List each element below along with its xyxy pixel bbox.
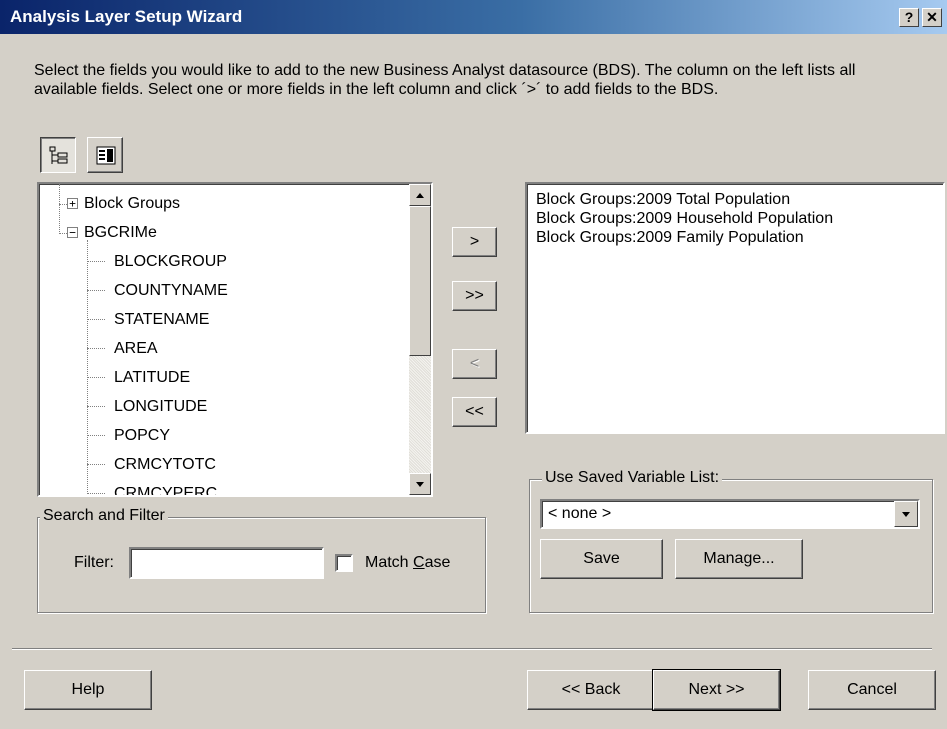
footer-separator: [12, 648, 932, 650]
tree-guide: [87, 319, 105, 320]
tree-field-label: LONGITUDE: [114, 398, 208, 415]
tree-node-label: BGCRIMe: [84, 224, 157, 241]
tree-guide: [59, 233, 67, 234]
tree-guide: [87, 377, 105, 378]
instructions-text: Select the fields you would like to add …: [34, 62, 856, 98]
saved-variable-select[interactable]: < none >: [540, 499, 920, 529]
remove-all-fields-button[interactable]: <<: [452, 397, 497, 427]
tree-guide: [87, 348, 105, 349]
title-bar: Analysis Layer Setup Wizard ? ✕: [0, 0, 947, 34]
saved-variable-value: < none >: [548, 505, 612, 522]
tree-field-label: COUNTYNAME: [114, 282, 228, 299]
tree-guide: [87, 464, 105, 465]
tree-guide: [87, 240, 88, 495]
match-case-label: Match Case: [365, 554, 451, 571]
list-view-icon: [96, 146, 116, 165]
scroll-up-button[interactable]: [409, 184, 431, 206]
remove-field-button[interactable]: <: [452, 349, 497, 379]
help-icon[interactable]: ?: [899, 8, 919, 27]
scroll-thumb[interactable]: [409, 206, 431, 356]
tree-guide: [59, 184, 60, 234]
manage-button[interactable]: Manage...: [675, 539, 803, 579]
add-field-button[interactable]: >: [452, 227, 497, 257]
tree-guide: [87, 493, 105, 494]
selected-fields-list[interactable]: Block Groups:2009 Total Population Block…: [525, 182, 945, 434]
saved-variable-label: Use Saved Variable List:: [542, 469, 723, 487]
tree-field-label: BLOCKGROUP: [114, 253, 227, 270]
tree-guide: [87, 261, 105, 262]
close-icon[interactable]: ✕: [922, 8, 942, 27]
expand-icon[interactable]: +: [67, 198, 78, 209]
filter-label: Filter:: [74, 554, 114, 571]
tree-guide: [87, 290, 105, 291]
tree-field-label: CRMCYPERC: [114, 485, 218, 497]
tree-guide: [59, 204, 67, 205]
arrow-down-icon: [416, 482, 424, 487]
back-button[interactable]: << Back: [527, 670, 655, 710]
field-tree[interactable]: + Block Groups − BGCRIMe BLOCKGROUP COUNT…: [37, 182, 433, 497]
tree-view-button[interactable]: [40, 137, 76, 173]
next-button[interactable]: Next >>: [652, 669, 781, 711]
chevron-down-icon: [902, 512, 910, 517]
scroll-down-button[interactable]: [409, 473, 431, 495]
list-view-button[interactable]: [87, 137, 123, 173]
arrow-up-icon: [416, 193, 424, 198]
list-item[interactable]: Block Groups:2009 Household Population: [536, 209, 943, 228]
tree-field-label: LATITUDE: [114, 369, 191, 386]
search-filter-label: Search and Filter: [40, 507, 168, 525]
collapse-icon[interactable]: −: [67, 227, 78, 238]
tree-guide: [87, 406, 105, 407]
tree-guide: [87, 435, 105, 436]
window-title: Analysis Layer Setup Wizard: [10, 7, 243, 26]
vertical-scrollbar[interactable]: [409, 184, 431, 495]
tree-field-label: POPCY: [114, 427, 171, 444]
cancel-button[interactable]: Cancel: [808, 670, 936, 710]
filter-input[interactable]: [129, 547, 324, 579]
tree-node-label: Block Groups: [84, 195, 181, 212]
tree-field-label: AREA: [114, 340, 158, 357]
tree-field-label: CRMCYTOTC: [114, 456, 216, 473]
save-button[interactable]: Save: [540, 539, 663, 579]
match-case-checkbox[interactable]: [335, 554, 353, 572]
list-item[interactable]: Block Groups:2009 Total Population: [536, 190, 943, 209]
add-all-fields-button[interactable]: >>: [452, 281, 497, 311]
tree-view-icon: [49, 146, 68, 164]
dropdown-button[interactable]: [894, 501, 918, 527]
list-item[interactable]: Block Groups:2009 Family Population: [536, 228, 943, 247]
help-button[interactable]: Help: [24, 670, 152, 710]
tree-field-label: STATENAME: [114, 311, 210, 328]
